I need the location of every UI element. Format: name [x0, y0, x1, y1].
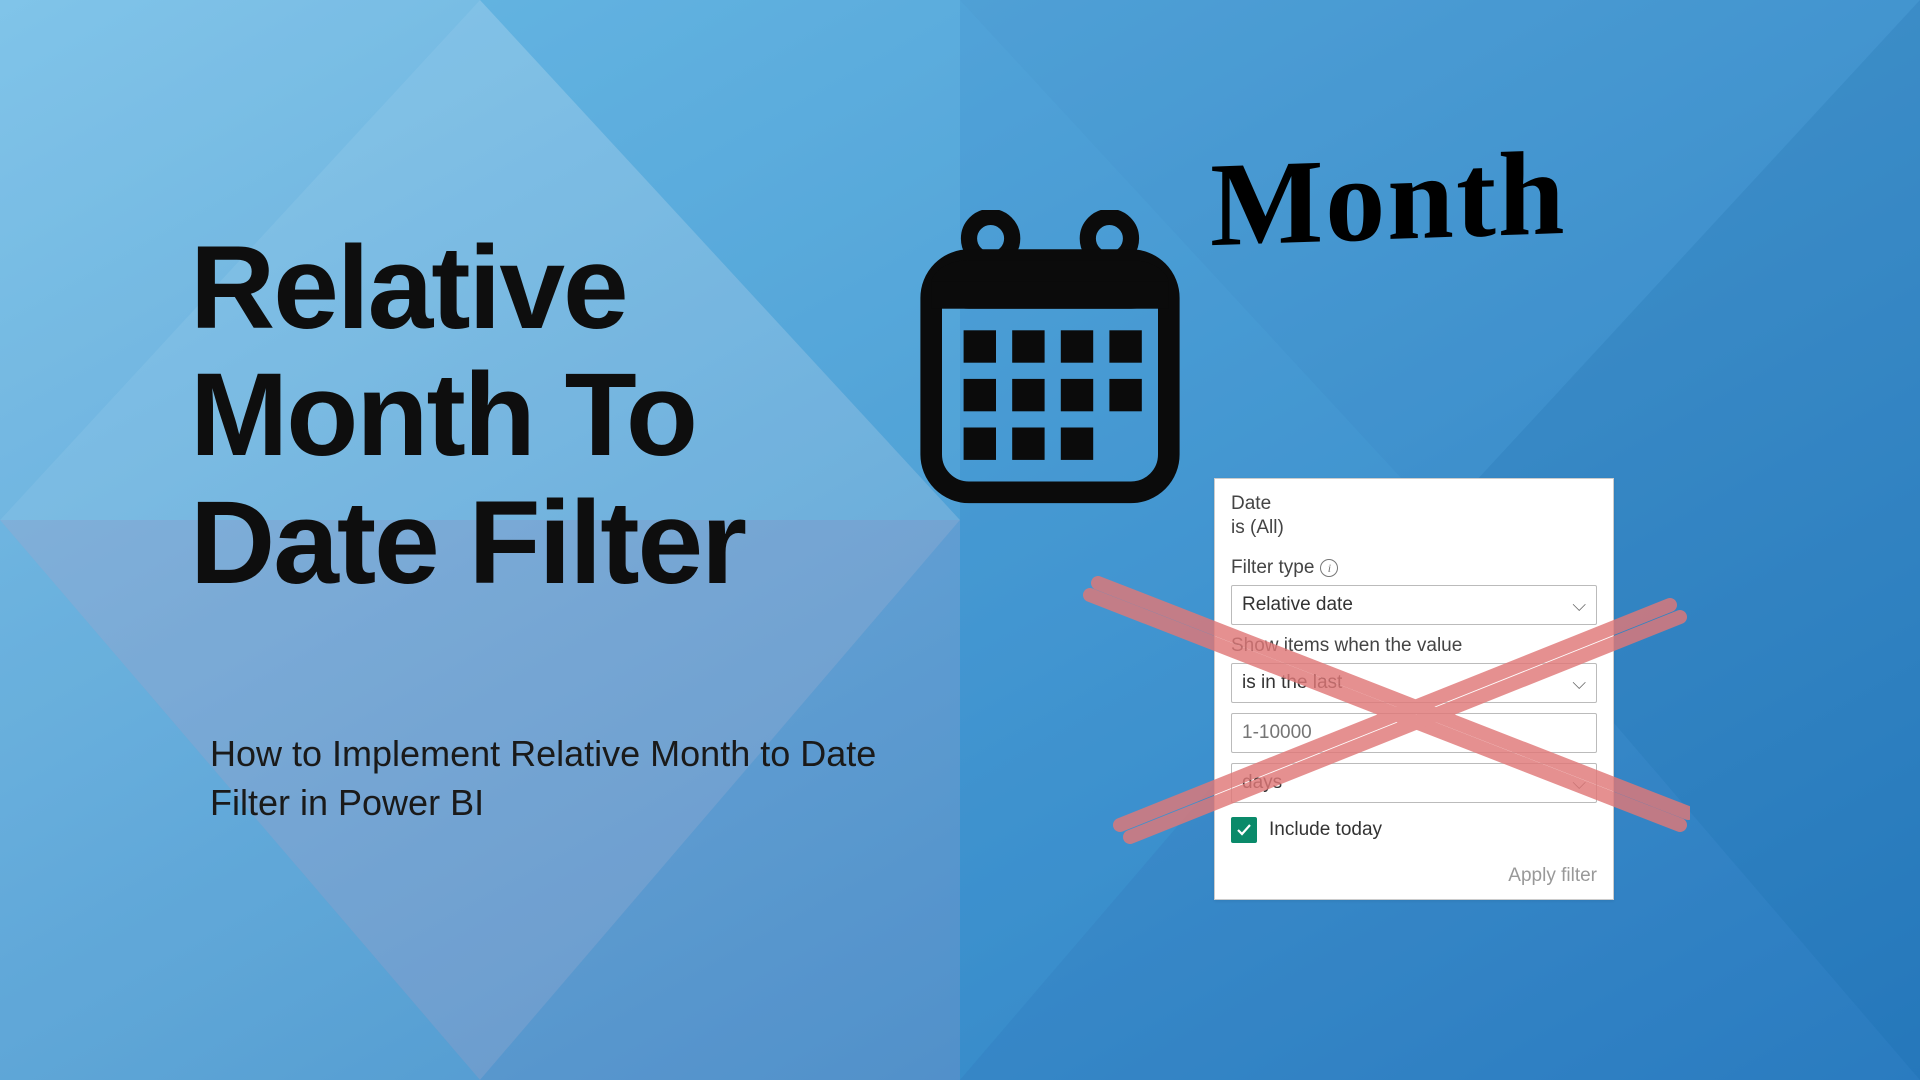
range-input[interactable] — [1231, 713, 1597, 753]
operator-select[interactable]: is in the last ⌵ — [1231, 663, 1597, 703]
chevron-down-icon: ⌵ — [1572, 595, 1586, 616]
chevron-down-icon: ⌵ — [1572, 673, 1586, 694]
filter-panel: Date is (All) Filter type i Relative dat… — [1214, 478, 1614, 900]
chevron-down-icon: ⌵ — [1572, 773, 1586, 794]
unit-select[interactable]: days ⌵ — [1231, 763, 1597, 803]
slide-canvas: Relative Month To Date Filter How to Imp… — [0, 0, 1920, 1080]
operator-value: is in the last — [1242, 672, 1342, 694]
filter-type-value: Relative date — [1242, 594, 1353, 616]
info-icon[interactable]: i — [1320, 559, 1338, 577]
filter-type-select[interactable]: Relative date ⌵ — [1231, 585, 1597, 625]
show-items-label-row: Show items when the value — [1231, 635, 1597, 657]
unit-value: days — [1242, 772, 1282, 794]
check-icon — [1236, 822, 1252, 838]
filter-field-name: Date — [1231, 493, 1597, 515]
slide-subtitle: How to Implement Relative Month to Date … — [210, 730, 890, 827]
filter-field-status: is (All) — [1231, 517, 1597, 539]
show-items-label: Show items when the value — [1231, 635, 1462, 657]
include-today-checkbox[interactable] — [1231, 817, 1257, 843]
calendar-icon — [915, 210, 1185, 510]
filter-type-label-row: Filter type i — [1231, 557, 1597, 579]
slide-title: Relative Month To Date Filter — [190, 225, 745, 607]
include-today-row[interactable]: Include today — [1231, 817, 1597, 843]
include-today-label: Include today — [1269, 819, 1382, 841]
filter-type-label: Filter type — [1231, 557, 1314, 579]
apply-filter-button[interactable]: Apply filter — [1231, 865, 1597, 887]
month-label: Month — [1210, 124, 1566, 275]
